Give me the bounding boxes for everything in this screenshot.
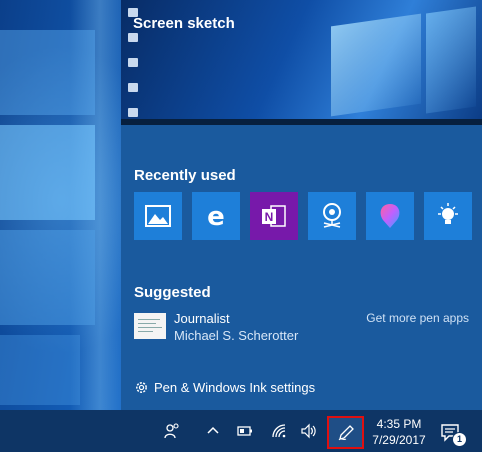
- show-hidden-icons-button[interactable]: [204, 422, 222, 440]
- paint3d-icon: [380, 204, 400, 228]
- network-button[interactable]: [270, 422, 288, 440]
- windows-ink-workspace-button[interactable]: [327, 416, 364, 449]
- maps-app-tile[interactable]: [308, 192, 356, 240]
- paint3d-app-tile[interactable]: [366, 192, 414, 240]
- settings-label: Pen & Windows Ink settings: [154, 380, 316, 395]
- svg-text:N: N: [265, 210, 274, 224]
- wifi-icon: [272, 424, 286, 438]
- lightbulb-icon: [438, 203, 458, 224]
- get-more-pen-apps-link[interactable]: Get more pen apps: [366, 311, 469, 325]
- pen-ink-settings-link[interactable]: Pen & Windows Ink settings: [134, 380, 315, 395]
- speaker-icon: [301, 423, 316, 439]
- pen-icon: [338, 424, 354, 440]
- system-clock[interactable]: 4:35 PM 7/29/2017: [371, 416, 427, 448]
- journalist-app-icon: [134, 313, 166, 339]
- suggested-app-author: Michael S. Scherotter: [174, 328, 299, 343]
- windows-ink-workspace: Screen sketch Recently used e N Suggeste…: [121, 0, 482, 410]
- taskbar: 4:35 PM 7/29/2017 1: [0, 410, 482, 452]
- battery-button[interactable]: [236, 422, 254, 440]
- edge-icon: e: [207, 202, 225, 231]
- photos-icon: [145, 205, 171, 227]
- suggested-heading: Suggested: [134, 284, 211, 301]
- sketch-preview-window: [426, 6, 476, 114]
- recently-used-heading: Recently used: [134, 167, 236, 184]
- clock-time: 4:35 PM: [376, 417, 422, 431]
- screen-sketch-tile[interactable]: Screen sketch: [121, 0, 482, 125]
- wallpaper-pane: [0, 230, 95, 325]
- wallpaper-pane: [0, 335, 80, 405]
- clock-date: 7/29/2017: [372, 433, 426, 447]
- gear-icon: [136, 382, 147, 393]
- action-center-button[interactable]: 1: [440, 422, 467, 447]
- maps-icon: [323, 203, 341, 228]
- suggested-app-journalist[interactable]: Journalist Michael S. Scherotter: [134, 310, 298, 344]
- edge-app-tile[interactable]: e: [192, 192, 240, 240]
- suggested-app-name: Journalist: [174, 311, 230, 326]
- onenote-icon: N: [262, 205, 286, 227]
- battery-icon: [237, 426, 252, 436]
- chevron-up-icon: [207, 426, 219, 434]
- sketch-preview-taskbar: [121, 119, 482, 125]
- tips-app-tile[interactable]: [424, 192, 472, 240]
- sketch-preview-window: [331, 13, 421, 117]
- onenote-app-tile[interactable]: N: [250, 192, 298, 240]
- photos-app-tile[interactable]: [134, 192, 182, 240]
- wallpaper-pane: [0, 30, 95, 115]
- wallpaper-pane: [0, 125, 95, 220]
- svg-text:e: e: [207, 202, 225, 231]
- people-icon: [164, 423, 179, 439]
- recently-used-apps: e N: [134, 192, 472, 240]
- people-button[interactable]: [163, 422, 181, 440]
- screen-sketch-title: Screen sketch: [133, 15, 235, 32]
- notification-count-badge: 1: [452, 432, 467, 447]
- volume-button[interactable]: [300, 422, 318, 440]
